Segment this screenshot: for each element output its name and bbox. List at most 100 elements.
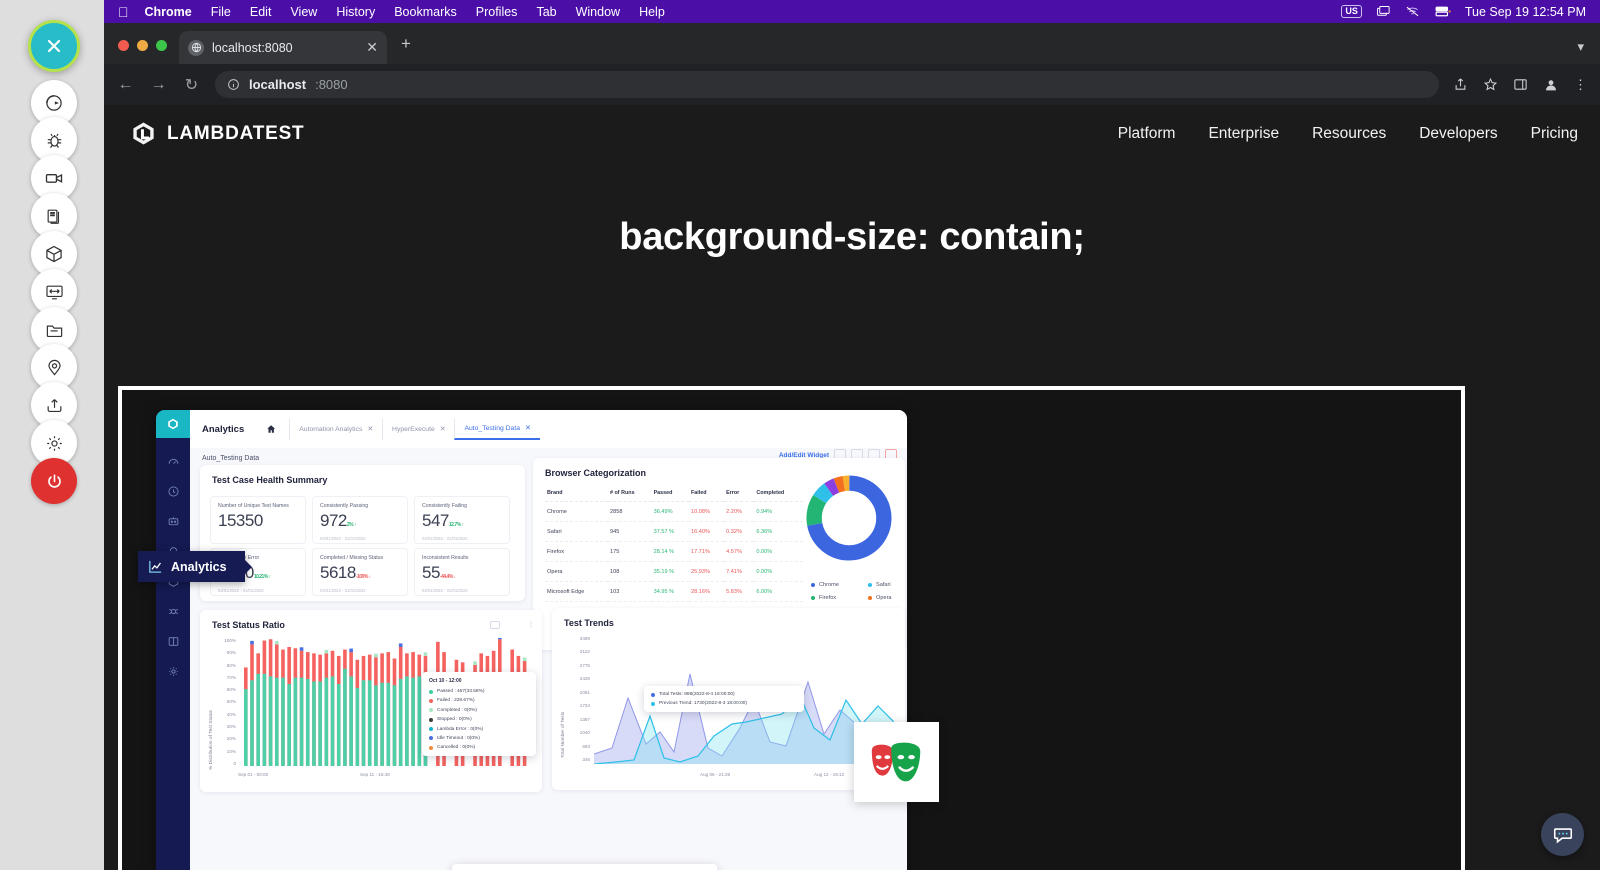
address-bar[interactable]: localhost:8080 <box>215 71 1439 98</box>
dashboard-brand-icon <box>156 410 190 438</box>
gear-icon[interactable] <box>167 665 180 678</box>
clock-icon[interactable] <box>167 485 180 498</box>
menu-history[interactable]: History <box>336 5 375 19</box>
nav-resources[interactable]: Resources <box>1312 125 1386 143</box>
nav-enterprise[interactable]: Enterprise <box>1208 125 1279 143</box>
screen-mirroring-icon[interactable] <box>1376 5 1391 18</box>
speedometer-icon[interactable] <box>167 455 180 468</box>
y-tick: 2081 <box>580 690 590 695</box>
fullscreen-icon[interactable] <box>504 621 512 629</box>
y-tick: 1387 <box>580 717 590 722</box>
y-tick: 2428 <box>580 676 590 681</box>
forward-button[interactable]: → <box>149 76 168 94</box>
profile-avatar-icon[interactable] <box>1543 77 1559 93</box>
stop-session-button[interactable] <box>31 458 77 504</box>
dashboard-tab-automation-analytics[interactable]: Automation Analytics✕ <box>289 418 382 440</box>
site-logo[interactable]: LAMBDATEST <box>130 120 304 147</box>
menu-edit[interactable]: Edit <box>250 5 272 19</box>
menu-profiles[interactable]: Profiles <box>476 5 518 19</box>
maximize-window-button[interactable] <box>156 40 167 51</box>
kpi-value: 55 <box>422 563 440 582</box>
cell-error: 4.57% <box>724 542 754 562</box>
chat-bubble-icon <box>1552 824 1574 846</box>
globe-icon <box>188 40 204 56</box>
minimize-window-button[interactable] <box>137 40 148 51</box>
chevron-down-icon[interactable]: ▾ <box>1577 39 1584 55</box>
spider-icon[interactable] <box>167 605 180 618</box>
nav-pricing[interactable]: Pricing <box>1531 125 1578 143</box>
site-nav: Platform Enterprise Resources Developers… <box>1118 125 1590 143</box>
y-tick: 1734 <box>580 703 590 708</box>
columns-icon[interactable] <box>167 635 180 648</box>
menu-view[interactable]: View <box>290 5 317 19</box>
kpi-delta: -44.4% ↓ <box>440 574 456 580</box>
wifi-off-icon[interactable] <box>1405 5 1420 18</box>
cell-completed: 6.00% <box>754 582 803 602</box>
dashboard-tab-hyperexecute[interactable]: HyperExecute✕ <box>382 418 454 440</box>
menubar-clock[interactable]: Tue Sep 19 12:54 PM <box>1465 5 1586 19</box>
close-tab-button[interactable]: ✕ <box>366 39 378 56</box>
browser-tab[interactable]: localhost:8080 ✕ <box>179 31 387 64</box>
card-title: Test Case Health Summary <box>200 465 525 485</box>
close-session-button[interactable] <box>28 20 80 72</box>
menu-window[interactable]: Window <box>576 5 620 19</box>
test-status-ratio-card: Test Status Ratio ⋮ % Distribution of Te… <box>200 610 542 792</box>
back-button[interactable]: ← <box>116 76 135 94</box>
apple-logo-icon[interactable]:  <box>118 4 129 20</box>
battery-icon[interactable] <box>1434 5 1451 18</box>
kebab-menu-icon[interactable]: ⋮ <box>528 621 534 629</box>
tooltip-row: Passed : 467(33.58%) <box>429 689 529 694</box>
close-icon[interactable]: ✕ <box>367 425 373 433</box>
col-runs: # of Runs <box>608 485 652 502</box>
y-tick: 10% <box>227 749 236 754</box>
y-tick: 30% <box>227 724 236 729</box>
dashboard-tab-auto-testing-data[interactable]: Auto_Testing Data✕ <box>454 418 539 440</box>
legend-item-safari: Safari <box>868 582 907 588</box>
new-tab-button[interactable]: + <box>401 34 411 54</box>
cell-failed: 10.08% <box>689 502 724 522</box>
side-panel-icon[interactable] <box>1513 77 1528 92</box>
nav-developers[interactable]: Developers <box>1419 125 1497 143</box>
cell-runs: 2858 <box>608 502 652 522</box>
cell-runs: 103 <box>608 582 652 602</box>
test-trends-card: Test Trends Total Number of Tests 3469 3… <box>552 608 905 790</box>
y-axis-ticks: 100% 90% 80% 70% 60% 50% 40% 30% 20% 1 <box>214 638 236 766</box>
star-icon[interactable] <box>1483 77 1498 92</box>
menu-help[interactable]: Help <box>639 5 665 19</box>
robot-icon[interactable] <box>167 515 180 528</box>
x-icon <box>44 36 64 56</box>
cell-passed: 37.57 % <box>652 522 689 542</box>
nav-platform[interactable]: Platform <box>1118 125 1176 143</box>
kebab-menu-icon[interactable]: ⋮ <box>1574 77 1588 93</box>
cell-brand: Opera <box>545 562 608 582</box>
lambdatest-session-toolbar <box>0 0 104 870</box>
kpi-value: 15350 <box>211 511 305 531</box>
kpi-range: 04/01/2022 - 31/01/2022 <box>415 588 509 593</box>
home-icon[interactable] <box>266 424 276 434</box>
browser-share-donut-chart <box>803 472 895 564</box>
chat-widget-button[interactable] <box>1541 813 1584 856</box>
kpi-label: Inconsistent Results <box>415 549 509 562</box>
kpi-consistently-passing: Consistently Passing 9722% ↑ 04/01/2022 … <box>312 496 408 544</box>
close-icon[interactable]: ✕ <box>525 424 531 432</box>
legend-item-opera: Opera <box>868 595 907 601</box>
dashboard-topbar: Analytics Automation Analytics✕ HyperExe… <box>190 410 907 448</box>
menu-chrome[interactable]: Chrome <box>145 5 192 19</box>
legend-toggle-icon[interactable] <box>490 621 500 629</box>
input-source-badge[interactable]: US <box>1341 5 1362 19</box>
copy-pages-icon <box>45 207 64 226</box>
refresh-icon[interactable] <box>516 621 524 629</box>
kpi-value-wrap: 55-44.4% ↓ <box>415 563 509 583</box>
menu-file[interactable]: File <box>211 5 231 19</box>
browser-icons-strip <box>452 864 717 870</box>
site-header: LAMBDATEST Platform Enterprise Resources… <box>104 105 1600 162</box>
reload-button[interactable]: ↻ <box>182 75 201 95</box>
menu-bookmarks[interactable]: Bookmarks <box>394 5 457 19</box>
menu-tab[interactable]: Tab <box>536 5 556 19</box>
dashboard-section-title: Analytics <box>202 424 244 435</box>
kpi-label: Consistently Failing <box>415 497 509 510</box>
close-window-button[interactable] <box>118 40 129 51</box>
close-icon[interactable]: ✕ <box>440 425 446 433</box>
kpi-delta: 12.7% ↑ <box>449 522 464 528</box>
share-icon[interactable] <box>1453 77 1468 92</box>
